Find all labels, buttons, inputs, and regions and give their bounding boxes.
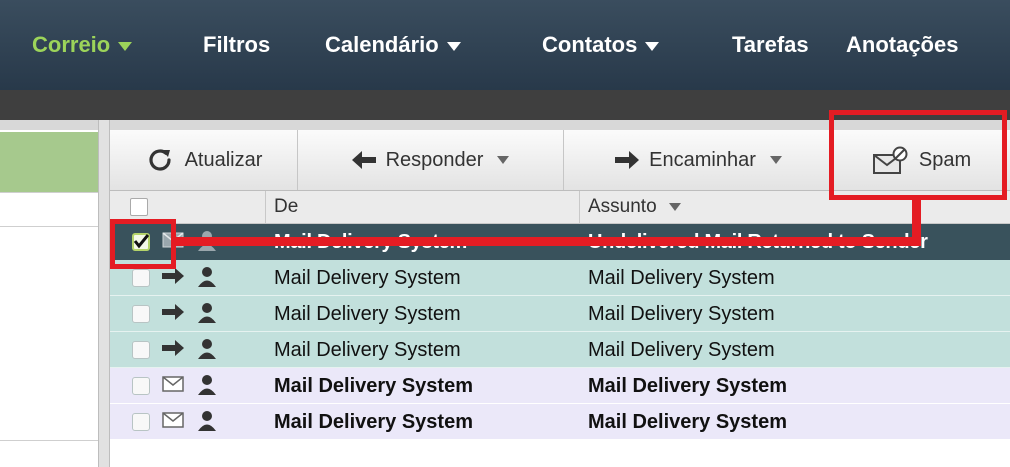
reply-button[interactable]: Responder (298, 130, 564, 190)
nav-contatos-label: Contatos (542, 32, 638, 57)
chevron-down-icon (446, 41, 461, 51)
row-from: Mail Delivery System (274, 375, 473, 397)
table-row[interactable]: Mail Delivery System Mail Delivery Syste… (110, 332, 1010, 368)
forwarded-icon (162, 304, 184, 320)
row-checkbox-checked[interactable] (132, 233, 150, 251)
spam-label: Spam (918, 148, 972, 171)
row-subject: Mail Delivery System (588, 267, 775, 289)
nav-filtros[interactable]: Filtros (203, 0, 270, 90)
row-checkbox[interactable] (132, 413, 150, 431)
forward-button[interactable]: Encaminhar (564, 130, 834, 190)
table-row[interactable]: Mail Delivery System Mail Delivery Syste… (110, 296, 1010, 332)
sort-desc-icon[interactable] (668, 202, 681, 211)
person-icon (198, 231, 216, 251)
nav-correio[interactable]: Correio (32, 0, 133, 90)
refresh-label: Atualizar (184, 148, 263, 171)
header-subject-label: Assunto (588, 196, 657, 217)
row-from: Mail Delivery System (274, 339, 461, 361)
row-from: Mail Delivery System (274, 411, 473, 433)
toolbar: Atualizar Responder Encaminhar Spam (110, 130, 1010, 191)
row-subject: Mail Delivery System (588, 375, 787, 397)
sidebar-divider (0, 440, 98, 441)
reply-label: Responder (385, 148, 484, 171)
table-row[interactable]: Mail Delivery System Undelivered Mail Re… (110, 224, 1010, 260)
refresh-icon (149, 149, 171, 171)
nav-filtros-label: Filtros (203, 32, 271, 57)
mail-icon (162, 412, 184, 428)
chevron-down-icon (645, 41, 660, 51)
row-subject: Undelivered Mail Returned to Sender (588, 231, 928, 253)
nav-anotacoes[interactable]: Anotações (846, 0, 958, 90)
person-icon (198, 339, 216, 359)
row-checkbox[interactable] (132, 377, 150, 395)
spam-button[interactable]: Spam (834, 130, 1010, 190)
row-subject: Mail Delivery System (588, 411, 787, 433)
sidebar-divider (0, 192, 98, 193)
nav-calendario-label: Calendário (325, 32, 439, 57)
forward-arrow-icon (615, 151, 640, 169)
forward-label: Encaminhar (649, 148, 756, 171)
table-row[interactable]: Mail Delivery System Mail Delivery Syste… (110, 368, 1010, 404)
sidebar-divider (0, 226, 98, 227)
chevron-down-icon (497, 156, 510, 164)
table-row[interactable]: Mail Delivery System Mail Delivery Syste… (110, 260, 1010, 296)
sidebar-selected-folder[interactable] (0, 132, 98, 192)
nav-anotacoes-label: Anotações (846, 32, 959, 57)
forwarded-icon (162, 268, 184, 284)
row-from: Mail Delivery System (274, 303, 461, 325)
top-nav: Correio Filtros Calendário Contatos Tare… (0, 0, 1010, 90)
person-icon (198, 267, 216, 287)
mail-icon (162, 232, 184, 248)
nav-calendario[interactable]: Calendário (325, 0, 461, 90)
spam-icon (872, 146, 908, 174)
table-row[interactable]: Mail Delivery System Mail Delivery Syste… (110, 404, 1010, 440)
folder-sidebar (0, 130, 98, 467)
header-subject[interactable]: Assunto (580, 191, 1010, 223)
row-checkbox[interactable] (132, 269, 150, 287)
row-from: Mail Delivery System (274, 231, 467, 253)
pane-splitter[interactable] (98, 120, 110, 467)
nav-contatos[interactable]: Contatos (542, 0, 660, 90)
header-from-label: De (274, 196, 299, 217)
nav-correio-label: Correio (32, 32, 111, 57)
message-list-header: De Assunto (110, 191, 1010, 224)
person-icon (198, 303, 216, 323)
divider-bar (0, 120, 1010, 130)
nav-tarefas-label: Tarefas (732, 32, 809, 57)
person-icon (198, 411, 216, 431)
chevron-down-icon (769, 156, 782, 164)
header-select-cell (110, 191, 266, 223)
forwarded-icon (162, 340, 184, 356)
nav-tarefas[interactable]: Tarefas (732, 0, 809, 90)
row-from: Mail Delivery System (274, 267, 461, 289)
person-icon (198, 375, 216, 395)
select-all-checkbox[interactable] (130, 198, 148, 216)
message-pane: Atualizar Responder Encaminhar Spam De A… (110, 130, 1010, 467)
row-checkbox[interactable] (132, 305, 150, 323)
header-from[interactable]: De (266, 191, 580, 223)
chevron-down-icon (118, 41, 133, 51)
row-subject: Mail Delivery System (588, 339, 775, 361)
mail-icon (162, 376, 184, 392)
row-subject: Mail Delivery System (588, 303, 775, 325)
row-checkbox[interactable] (132, 341, 150, 359)
secondary-bar (0, 90, 1010, 120)
refresh-button[interactable]: Atualizar (110, 130, 298, 190)
reply-arrow-icon (351, 151, 376, 169)
check-icon (133, 234, 149, 249)
